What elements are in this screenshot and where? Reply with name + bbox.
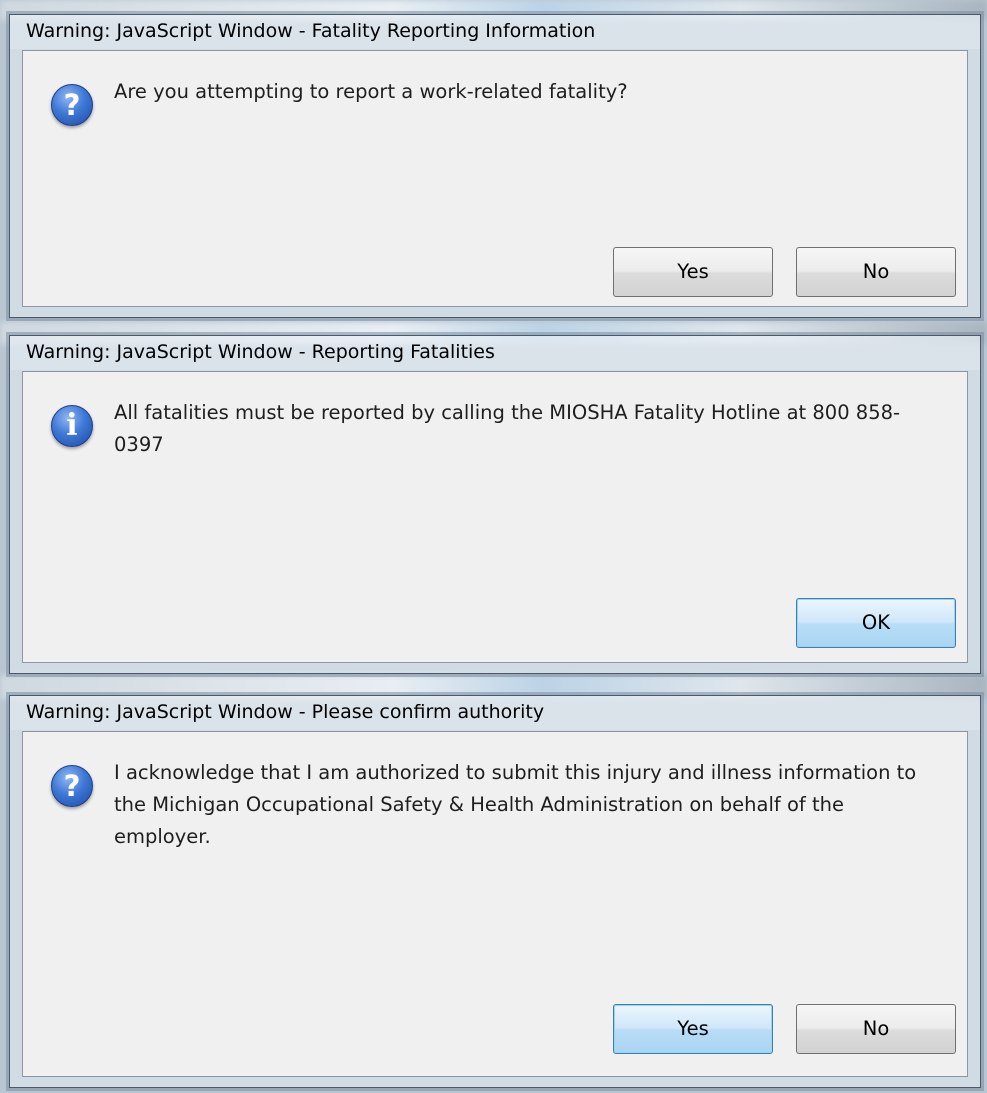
question-icon: ?	[51, 84, 93, 126]
question-icon: ?	[51, 765, 93, 807]
dialog-title: Warning: JavaScript Window - Fatality Re…	[10, 15, 980, 49]
dialog-message: All fatalities must be reported by calli…	[114, 401, 901, 456]
dialog-title: Warning: JavaScript Window - Reporting F…	[10, 336, 980, 370]
dialog-message: Are you attempting to report a work-rela…	[114, 80, 628, 103]
no-button[interactable]: No	[796, 247, 956, 297]
fatality-reporting-dialog: Warning: JavaScript Window - Fatality Re…	[9, 14, 981, 318]
ok-button[interactable]: OK	[796, 598, 956, 648]
dialog-body: ? I acknowledge that I am authorized to …	[22, 731, 968, 1077]
yes-button[interactable]: Yes	[613, 1004, 773, 1054]
info-icon: i	[51, 405, 93, 447]
dialog-message: I acknowledge that I am authorized to su…	[114, 761, 917, 848]
confirm-authority-dialog: Warning: JavaScript Window - Please conf…	[9, 695, 981, 1088]
reporting-fatalities-dialog: Warning: JavaScript Window - Reporting F…	[9, 335, 981, 674]
yes-button[interactable]: Yes	[613, 247, 773, 297]
dialog-title: Warning: JavaScript Window - Please conf…	[10, 696, 980, 730]
dialog-body: ? Are you attempting to report a work-re…	[22, 50, 968, 307]
no-button[interactable]: No	[796, 1004, 956, 1054]
dialog-body: i All fatalities must be reported by cal…	[22, 371, 968, 663]
